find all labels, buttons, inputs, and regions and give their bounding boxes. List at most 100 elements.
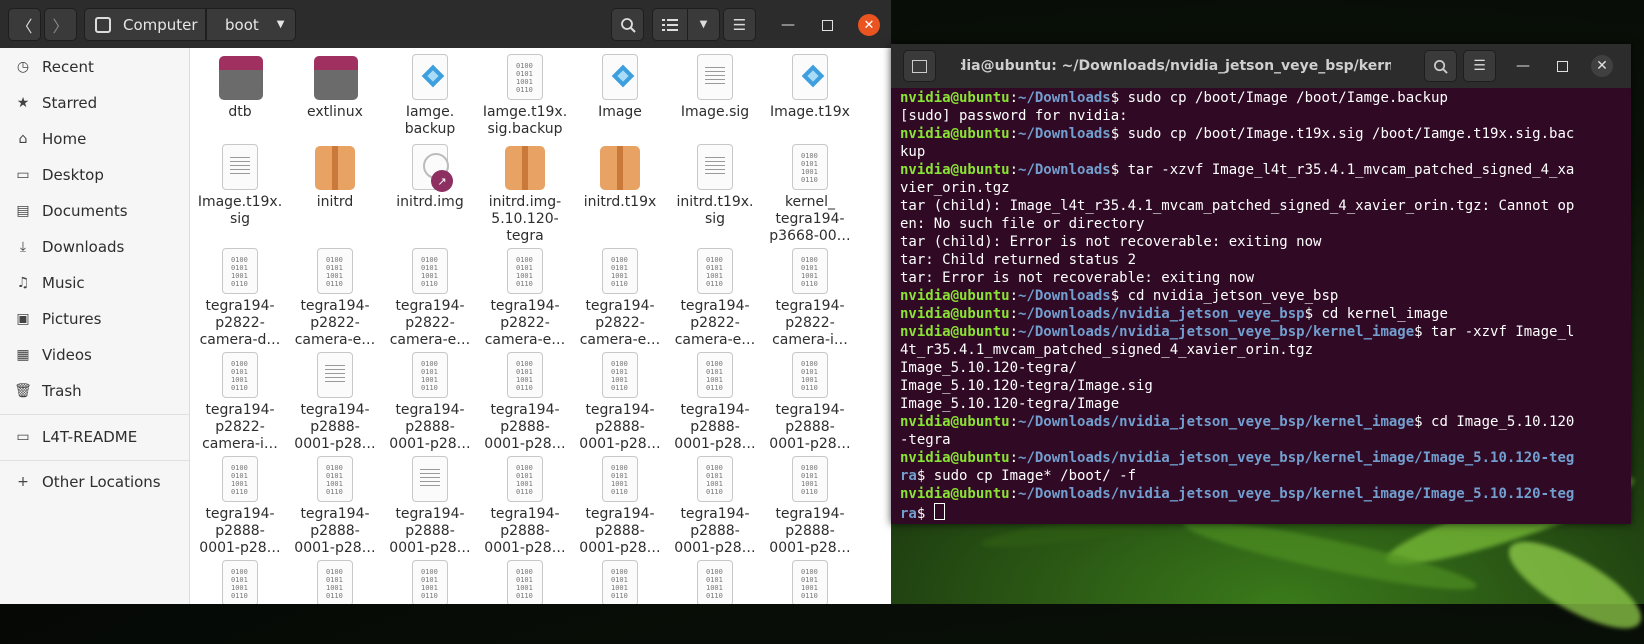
sidebar-item-home[interactable]: ⌂ Home — [14, 126, 87, 152]
file-item[interactable]: Image.t19x — [762, 48, 858, 121]
list-view-button[interactable] — [652, 8, 688, 41]
search-button[interactable] — [611, 8, 644, 41]
file-item[interactable]: 0100 0101 1001 0110 kernel_ tegra194- p3668-… — [762, 138, 858, 245]
file-item[interactable]: 0100 0101 1001 0110 tegra194- p2822- camera-… — [192, 242, 288, 349]
sidebar-item-starred[interactable]: ★ Starred — [14, 90, 97, 116]
new-tab-button[interactable] — [903, 50, 936, 82]
terminal-minimize-button[interactable]: — — [1513, 56, 1533, 76]
file-item[interactable]: 0100 0101 1001 0110 — [762, 554, 858, 604]
file-item[interactable]: 0100 0101 1001 0110 tegra194- p2822- camera-… — [192, 346, 288, 453]
binary-file-icon: 0100 0101 1001 0110 — [217, 352, 263, 400]
terminal-text: $ sudo cp /boot/Image.t19x.sig /boot/Iam… — [1110, 126, 1575, 142]
sidebar-item-recent[interactable]: ◷ Recent — [14, 54, 94, 80]
text-file-icon — [407, 456, 453, 504]
file-item-label: tegra194- p2888- 0001-p28… — [579, 506, 661, 556]
file-item[interactable]: initrd.img- 5.10.120- tegra — [477, 138, 573, 245]
terminal-output[interactable]: nvidia@ubuntu:~/Downloads$ sudo cp /boot… — [900, 89, 1625, 523]
file-item[interactable]: 0100 0101 1001 0110 tegra194- p2822- camera-… — [287, 242, 383, 349]
file-item[interactable]: dtb — [192, 48, 288, 121]
file-item[interactable]: 0100 0101 1001 0110 — [572, 554, 668, 604]
file-item[interactable]: Iamge. backup — [382, 48, 478, 138]
terminal-text: tar (child): Error is not recoverable: e… — [900, 234, 1322, 250]
new-tab-icon — [912, 59, 927, 73]
file-item[interactable]: 0100 0101 1001 0110 — [382, 554, 478, 604]
folder-icon — [312, 54, 358, 102]
file-item[interactable]: 0100 0101 1001 0110 tegra194- p2888- 0001-p2… — [572, 450, 668, 557]
file-item[interactable]: 0100 0101 1001 0110 tegra194- p2888- 0001-p2… — [572, 346, 668, 453]
file-item-label: tegra194- p2888- 0001-p28… — [389, 402, 471, 452]
file-item[interactable]: tegra194- p2888- 0001-p28… — [287, 346, 383, 453]
close-button[interactable]: ✕ — [858, 14, 880, 36]
terminal-menu-button[interactable]: ☰ — [1463, 50, 1496, 82]
terminal-text: $ tar -xzvf Image_l4t_r35.4.1_mvcam_patc… — [1110, 162, 1575, 178]
file-item[interactable]: 0100 0101 1001 0110 tegra194- p2888- 0001-p2… — [477, 346, 573, 453]
minimize-button[interactable]: — — [778, 15, 798, 35]
file-item[interactable]: 0100 0101 1001 0110 — [477, 554, 573, 604]
file-item[interactable]: 0100 0101 1001 0110 — [192, 554, 288, 604]
file-item-label: tegra194- p2822- camera-e… — [579, 298, 661, 348]
file-item[interactable]: initrd — [287, 138, 383, 211]
file-item[interactable]: Image — [572, 48, 668, 121]
file-item[interactable]: 0100 0101 1001 0110 tegra194- p2888- 0001-p2… — [477, 450, 573, 557]
terminal-title: nvidia@ubuntu: ~/Downloads/nvidia_jetson… — [961, 58, 1391, 74]
file-item-label: tegra194- p2888- 0001-p28… — [674, 402, 756, 452]
file-item[interactable]: 0100 0101 1001 0110 tegra194- p2822- camera-… — [477, 242, 573, 349]
file-item[interactable]: 0100 0101 1001 0110 — [667, 554, 763, 604]
file-item[interactable]: initrd.t19x — [572, 138, 668, 211]
file-item-label: tegra194- p2888- 0001-p28… — [579, 402, 661, 452]
maximize-button[interactable] — [817, 15, 837, 35]
file-item[interactable]: 0100 0101 1001 0110 tegra194- p2888- 0001-p2… — [192, 450, 288, 557]
file-item[interactable]: 0100 0101 1001 0110 tegra194- p2888- 0001-p2… — [667, 450, 763, 557]
sidebar-item-label: Recent — [42, 58, 94, 76]
terminal-maximize-button[interactable] — [1552, 56, 1572, 76]
file-item[interactable]: 0100 0101 1001 0110 — [287, 554, 383, 604]
terminal-close-button[interactable]: ✕ — [1591, 55, 1613, 77]
breadcrumb-current[interactable]: boot ▼ — [206, 8, 296, 41]
terminal-text: tar: Error is not recoverable: exiting n… — [900, 270, 1255, 286]
sidebar-item-pictures[interactable]: ▣ Pictures — [14, 306, 101, 332]
back-button[interactable]: 〈 — [8, 8, 41, 41]
view-options-button[interactable]: ▼ — [687, 8, 720, 41]
menu-button[interactable]: ☰ — [723, 8, 756, 41]
file-item[interactable]: 0100 0101 1001 0110 tegra194- p2822- camera-… — [572, 242, 668, 349]
file-item[interactable]: 0100 0101 1001 0110 tegra194- p2822- camera-… — [667, 242, 763, 349]
prompt-path: ~/Downloads — [1018, 288, 1111, 304]
sidebar-item-documents[interactable]: ▤ Documents — [14, 198, 127, 224]
symlink-file-icon: ↗ — [407, 144, 453, 192]
prompt-user: nvidia@ubuntu — [900, 162, 1010, 178]
breadcrumb-computer[interactable]: Computer — [84, 8, 206, 41]
sidebar-item-label: Downloads — [42, 238, 125, 256]
sidebar-item-videos[interactable]: ▦ Videos — [14, 342, 91, 368]
prompt-path: ~/Downloads/nvidia_jetson_veye_bsp/kerne… — [1018, 450, 1575, 466]
breadcrumb-current-label: boot — [225, 15, 259, 34]
file-item[interactable]: 0100 0101 1001 0110 tegra194- p2822- camera-… — [382, 242, 478, 349]
file-item[interactable]: 0100 0101 1001 0110 tegra194- p2888- 0001-p2… — [762, 450, 858, 557]
binary-file-icon: 0100 0101 1001 0110 — [407, 560, 453, 604]
sidebar-item-downloads[interactable]: ⤓ Downloads — [14, 234, 125, 260]
forward-button[interactable]: 〉 — [44, 8, 77, 41]
maximize-icon — [821, 19, 833, 31]
terminal-text: $ cd nvidia_jetson_veye_bsp — [1110, 288, 1339, 304]
file-item[interactable]: initrd.t19x. sig — [667, 138, 763, 228]
file-item[interactable]: tegra194- p2888- 0001-p28… — [382, 450, 478, 557]
file-item[interactable]: extlinux — [287, 48, 383, 121]
sidebar-item-music[interactable]: ♫ Music — [14, 270, 85, 296]
image-file-icon — [407, 54, 453, 102]
file-item[interactable]: 0100 0101 1001 0110 tegra194- p2888- 0001-p2… — [762, 346, 858, 453]
terminal-search-button[interactable] — [1424, 50, 1457, 82]
sidebar-item-trash[interactable]: 🗑 Trash — [14, 378, 82, 404]
sidebar-item-desktop[interactable]: ▭ Desktop — [14, 162, 104, 188]
file-item[interactable]: Image.t19x. sig — [192, 138, 288, 228]
sidebar-item-other-locations[interactable]: + Other Locations — [14, 469, 161, 495]
file-item[interactable]: 0100 0101 1001 0110 tegra194- p2822- camera-… — [762, 242, 858, 349]
file-item-label: tegra194- p2822- camera-e… — [389, 298, 471, 348]
file-item[interactable]: Image.sig — [667, 48, 763, 121]
sidebar-item-l4t-readme[interactable]: ▭ L4T-README — [14, 424, 137, 450]
file-item[interactable]: 0100 0101 1001 0110 tegra194- p2888- 0001-p2… — [667, 346, 763, 453]
file-item-label: tegra194- p2822- camera-i… — [202, 402, 278, 452]
file-item[interactable]: 0100 0101 1001 0110 tegra194- p2888- 0001-p2… — [287, 450, 383, 557]
file-item[interactable]: ↗ initrd.img — [382, 138, 478, 211]
file-item[interactable]: 0100 0101 1001 0110 Iamge.t19x. sig.backup — [477, 48, 573, 138]
image-file-icon — [787, 54, 833, 102]
file-item[interactable]: 0100 0101 1001 0110 tegra194- p2888- 0001-p2… — [382, 346, 478, 453]
